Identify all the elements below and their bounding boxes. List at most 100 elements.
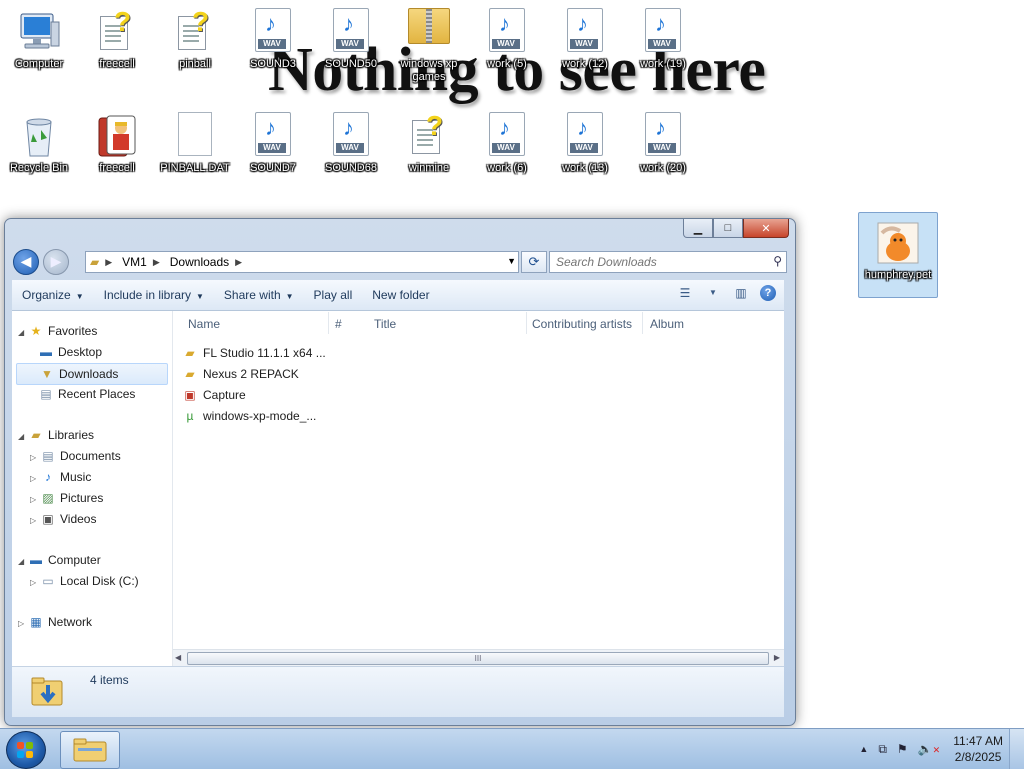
desktop-icon-winmine[interactable]: ? winmine bbox=[390, 106, 468, 196]
wav-file-icon: ♪ WAV bbox=[483, 8, 531, 56]
scroll-thumb[interactable]: III bbox=[187, 652, 769, 665]
column-header-number[interactable]: # bbox=[335, 314, 342, 334]
desktop-icon-work-20[interactable]: ♪ WAV work (20) bbox=[624, 106, 702, 196]
breadcrumb-vm1[interactable]: VM1 bbox=[122, 255, 147, 269]
collapse-arrow-icon[interactable]: ▷ bbox=[30, 469, 40, 489]
breadcrumb-downloads[interactable]: Downloads bbox=[170, 255, 229, 269]
desktop-icon-work-19[interactable]: ♪ WAV work (19) bbox=[624, 2, 702, 92]
maximize-button[interactable]: □ bbox=[713, 219, 743, 238]
clock[interactable]: 11:47 AM 2/8/2025 bbox=[953, 733, 1003, 765]
column-divider[interactable] bbox=[328, 312, 329, 334]
horizontal-scrollbar[interactable]: ◀ III ▶ bbox=[173, 649, 784, 666]
column-header-album[interactable]: Album bbox=[650, 314, 684, 334]
desktop-icon-work-13[interactable]: ♪ WAV work (13) bbox=[546, 106, 624, 196]
close-button[interactable]: ✕ bbox=[743, 219, 789, 238]
volume-muted-icon[interactable]: 🔈✕ bbox=[918, 742, 941, 756]
nav-downloads[interactable]: ▼ Downloads bbox=[16, 363, 168, 385]
collapse-arrow-icon[interactable]: ▷ bbox=[30, 448, 40, 468]
show-hidden-icons-icon[interactable]: ▲ bbox=[859, 744, 868, 754]
desktop-icon-windows-xp-games[interactable]: windows xp games bbox=[390, 2, 468, 92]
desktop-icon-sound3[interactable]: ♪ WAV SOUND3 bbox=[234, 2, 312, 92]
collapse-arrow-icon[interactable]: ▷ bbox=[30, 490, 40, 510]
system-tray: ▲ ⧉ ⚑ 🔈✕ 11:47 AM 2/8/2025 bbox=[854, 729, 1024, 769]
file-row[interactable]: µ windows-xp-mode_... bbox=[182, 406, 317, 426]
nav-documents[interactable]: ▷ ▤ Documents bbox=[30, 446, 121, 466]
share-with-button[interactable]: Share with ▼ bbox=[214, 280, 304, 310]
forward-button[interactable]: ▶ bbox=[43, 249, 69, 275]
collapse-arrow-icon[interactable]: ▷ bbox=[30, 511, 40, 531]
nav-music[interactable]: ▷ ♪ Music bbox=[30, 467, 91, 487]
start-button[interactable] bbox=[6, 731, 46, 769]
address-bar[interactable]: ▰ ▶ VM1 ▶ Downloads ▶ ▼ bbox=[85, 251, 519, 273]
column-divider[interactable] bbox=[526, 312, 527, 334]
search-box[interactable]: ⚲ bbox=[549, 251, 787, 273]
file-row[interactable]: ▰ Nexus 2 REPACK bbox=[182, 364, 298, 384]
column-header-contributing-artists[interactable]: Contributing artists bbox=[532, 314, 632, 334]
folder-icon: ▰ bbox=[185, 346, 195, 360]
collapse-arrow-icon[interactable]: ▷ bbox=[30, 573, 40, 593]
scroll-left-arrow-icon[interactable]: ◀ bbox=[175, 653, 181, 662]
windows-logo-icon bbox=[17, 742, 33, 758]
nav-libraries[interactable]: ◢ ▰ Libraries bbox=[18, 425, 94, 445]
help-icon[interactable]: ? bbox=[760, 285, 776, 301]
show-desktop-button[interactable] bbox=[1009, 729, 1024, 769]
desktop-icon-work-12[interactable]: ♪ WAV work (12) bbox=[546, 2, 624, 92]
freecell-app-icon bbox=[93, 112, 141, 160]
desktop-icon-label: freecell bbox=[99, 162, 135, 174]
play-all-button[interactable]: Play all bbox=[304, 280, 363, 310]
desktop-icon-freecell-app[interactable]: freecell bbox=[78, 106, 156, 196]
nav-computer[interactable]: ◢ ▬ Computer bbox=[18, 550, 101, 570]
desktop-icon-sound50[interactable]: ♪ WAV SOUND50 bbox=[312, 2, 390, 92]
taskbar-explorer-button[interactable] bbox=[60, 731, 120, 769]
search-icon[interactable]: ⚲ bbox=[773, 254, 782, 268]
nav-recent-places[interactable]: ▤ Recent Places bbox=[38, 384, 135, 404]
desktop-icon-label: humphrey.pet bbox=[864, 269, 932, 281]
collapse-arrow-icon[interactable]: ▷ bbox=[18, 614, 28, 634]
desktop-icon-label: PINBALL.DAT bbox=[160, 162, 230, 174]
desktop-icon-pinball-help[interactable]: ? pinball bbox=[156, 2, 234, 92]
minimize-button[interactable]: ▁ bbox=[683, 219, 713, 238]
item-count: 4 items bbox=[90, 673, 129, 687]
new-folder-button[interactable]: New folder bbox=[362, 280, 439, 310]
expand-arrow-icon[interactable]: ◢ bbox=[18, 427, 28, 447]
nav-favorites[interactable]: ◢ ★ Favorites bbox=[18, 321, 97, 341]
include-in-library-button[interactable]: Include in library ▼ bbox=[94, 280, 214, 310]
column-header-name[interactable]: Name bbox=[188, 314, 220, 334]
desktop-icon-sound7[interactable]: ♪ WAV SOUND7 bbox=[234, 106, 312, 196]
desktop-icon-recycle-bin[interactable]: Recycle Bin bbox=[0, 106, 78, 196]
back-button[interactable]: ◀ bbox=[13, 249, 39, 275]
desktop-icon-work-5[interactable]: ♪ WAV work (5) bbox=[468, 2, 546, 92]
expand-arrow-icon[interactable]: ◢ bbox=[18, 323, 28, 343]
search-input[interactable] bbox=[554, 252, 758, 272]
desktop-icon-computer[interactable]: Computer bbox=[0, 2, 78, 92]
file-row[interactable]: ▰ FL Studio 11.1.1 x64 ... bbox=[182, 343, 325, 363]
nav-desktop[interactable]: ▬ Desktop bbox=[38, 342, 102, 362]
wav-file-icon: ♪ WAV bbox=[561, 112, 609, 160]
nav-local-disk[interactable]: ▷ ▭ Local Disk (C:) bbox=[30, 571, 139, 591]
refresh-button[interactable]: ⟳ bbox=[521, 251, 547, 273]
network-status-icon[interactable]: ⧉ bbox=[878, 742, 887, 757]
desktop-icon-pinball-dat[interactable]: PINBALL.DAT bbox=[156, 106, 234, 196]
nav-network[interactable]: ▷ ▦ Network bbox=[18, 612, 92, 632]
column-header-title[interactable]: Title bbox=[374, 314, 396, 334]
help-document-icon: ? bbox=[405, 110, 453, 160]
desktop-icon-humphrey-pet[interactable]: humphrey.pet bbox=[858, 212, 938, 298]
desktop-icon-work-6[interactable]: ♪ WAV work (6) bbox=[468, 106, 546, 196]
scroll-right-arrow-icon[interactable]: ▶ bbox=[774, 653, 780, 662]
chevron-down-icon[interactable]: ▼ bbox=[507, 256, 516, 266]
preview-pane-icon[interactable]: ▥ bbox=[732, 284, 750, 302]
window-caption-buttons: ▁ □ ✕ bbox=[683, 219, 789, 239]
chevron-down-icon[interactable]: ▼ bbox=[704, 284, 722, 302]
computer-icon bbox=[15, 8, 63, 56]
view-options-icon[interactable]: ☰ bbox=[676, 284, 694, 302]
file-row[interactable]: ▣ Capture bbox=[182, 385, 245, 405]
organize-button[interactable]: Organize ▼ bbox=[12, 280, 94, 310]
column-divider[interactable] bbox=[642, 312, 643, 334]
nav-pictures[interactable]: ▷ ▨ Pictures bbox=[30, 488, 103, 508]
action-center-flag-icon[interactable]: ⚑ bbox=[897, 742, 908, 756]
nav-videos[interactable]: ▷ ▣ Videos bbox=[30, 509, 96, 529]
pet-file-icon bbox=[874, 219, 922, 267]
desktop-icon-sound68[interactable]: ♪ WAV SOUND68 bbox=[312, 106, 390, 196]
expand-arrow-icon[interactable]: ◢ bbox=[18, 552, 28, 572]
desktop-icon-freecell-help[interactable]: ? freecell bbox=[78, 2, 156, 92]
